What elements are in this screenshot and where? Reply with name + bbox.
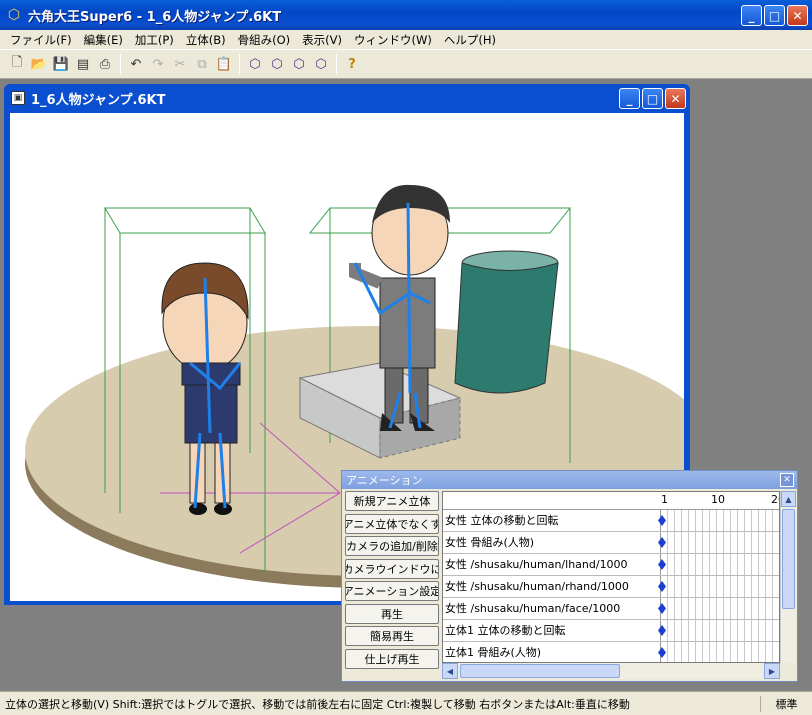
toolbar-separator — [120, 54, 121, 74]
document-title-bar[interactable]: ▣ 1_6人物ジャンプ.6KT — [7, 84, 687, 112]
add-remove-camera-button[interactable]: カメラの追加/削除 — [345, 536, 439, 556]
track-name: 女性 骨組み(人物) — [443, 532, 661, 553]
menu-view[interactable]: 表示(V) — [296, 32, 348, 48]
view-cube-front-icon[interactable]: ⬡ — [266, 53, 288, 75]
track-row[interactable]: 女性 /shusaku/human/lhand/1000 — [443, 554, 779, 576]
track-row[interactable]: 女性 骨組み(人物) — [443, 532, 779, 554]
frame-ruler: 1 10 20 — [443, 492, 779, 510]
toolbar-separator — [239, 54, 240, 74]
animation-panel: アニメーション ✕ 新規アニメ立体 アニメ立体でなくす カメラの追加/削除 カメ… — [341, 470, 798, 682]
track-row[interactable]: 立体1 立体の移動と回転 — [443, 620, 779, 642]
animation-settings-button[interactable]: アニメーション設定 — [345, 581, 439, 601]
save-icon[interactable]: 💾 — [50, 53, 72, 75]
doc-maximize-button[interactable]: □ — [642, 88, 663, 109]
doc-minimize-button[interactable]: _ — [619, 88, 640, 109]
document-icon: ▣ — [11, 91, 25, 105]
save-all-icon[interactable]: ▤ — [72, 53, 94, 75]
view-cube-side-icon[interactable]: ⬡ — [288, 53, 310, 75]
track-row[interactable]: 女性 /shusaku/human/rhand/1000 — [443, 576, 779, 598]
undo-icon[interactable]: ↶ — [125, 53, 147, 75]
camera-window-button[interactable]: カメラウインドウに — [345, 558, 439, 579]
track-name: 女性 /shusaku/human/lhand/1000 — [443, 554, 661, 575]
maximize-button[interactable]: □ — [764, 5, 785, 26]
animation-close-button[interactable]: ✕ — [780, 473, 794, 487]
ruler-label: 20 — [771, 493, 779, 506]
menu-bar: ファイル(F) 編集(E) 加工(P) 立体(B) 骨組み(O) 表示(V) ウ… — [0, 30, 812, 49]
horizontal-scrollbar[interactable]: ◀ ▶ — [442, 663, 780, 679]
paste-icon[interactable]: 📋 — [213, 53, 235, 75]
play-button[interactable]: 再生 — [345, 603, 439, 624]
redo-icon[interactable]: ↷ — [147, 53, 169, 75]
track-name: 女性 /shusaku/human/face/1000 — [443, 598, 661, 619]
new-file-icon[interactable]: 🗋 — [6, 53, 28, 75]
new-anim-solid-button[interactable]: 新規アニメ立体 — [345, 491, 439, 511]
application-window: ⬡ 六角大王Super6 - 1_6人物ジャンプ.6KT _ □ ✕ ファイル(… — [0, 0, 812, 715]
ruler-label: 10 — [711, 493, 725, 506]
track-row[interactable]: 女性 立体の移動と回転 — [443, 510, 779, 532]
track-name: 立体1 立体の移動と回転 — [443, 620, 661, 641]
scroll-right-icon[interactable]: ▶ — [764, 663, 780, 679]
animation-panel-title[interactable]: アニメーション — [342, 471, 797, 489]
menu-solid[interactable]: 立体(B) — [180, 32, 232, 48]
menu-process[interactable]: 加工(P) — [129, 32, 180, 48]
cut-icon[interactable]: ✂ — [169, 53, 191, 75]
ruler-label: 1 — [661, 493, 668, 506]
track-name: 立体1 骨組み(人物) — [443, 642, 661, 662]
track-name: 女性 立体の移動と回転 — [443, 510, 661, 531]
menu-edit[interactable]: 編集(E) — [78, 32, 129, 48]
print-icon[interactable]: ⎙ — [94, 53, 116, 75]
doc-close-button[interactable]: ✕ — [665, 88, 686, 109]
app-icon: ⬡ — [7, 7, 21, 23]
scroll-thumb[interactable] — [782, 509, 795, 609]
simple-play-button[interactable]: 簡易再生 — [345, 626, 439, 646]
remove-anim-solid-button[interactable]: アニメ立体でなくす — [345, 513, 439, 534]
final-play-button[interactable]: 仕上げ再生 — [345, 648, 439, 669]
scroll-up-icon[interactable]: ▲ — [781, 491, 796, 507]
scroll-thumb[interactable] — [460, 664, 620, 678]
open-folder-icon[interactable]: 📂 — [28, 53, 50, 75]
status-text: 立体の選択と移動(V) Shift:選択ではトグルで選択、移動では前後左右に固定… — [5, 697, 630, 711]
minimize-button[interactable]: _ — [741, 5, 762, 26]
barrel-body — [454, 262, 559, 394]
window-title: 六角大王Super6 - 1_6人物ジャンプ.6KT — [28, 9, 282, 25]
vertical-scrollbar[interactable]: ▲ — [780, 491, 796, 663]
close-button[interactable]: ✕ — [787, 5, 808, 26]
help-icon[interactable]: ? — [341, 53, 363, 75]
track-grid[interactable]: 1 10 20 女性 立体の移動と回転 女性 骨組み(人物) 女性 /shusa… — [442, 491, 780, 663]
menu-help[interactable]: ヘルプ(H) — [438, 32, 502, 48]
view-cube-top-icon[interactable]: ⬡ — [310, 53, 332, 75]
toolbar: 🗋 📂 💾 ▤ ⎙ ↶ ↷ ✂ ⧉ 📋 ⬡ ⬡ ⬡ ⬡ ? — [0, 49, 812, 79]
status-mode: 標準 — [760, 695, 812, 712]
track-row[interactable]: 立体1 骨組み(人物) — [443, 642, 779, 662]
document-title: 1_6人物ジャンプ.6KT — [31, 92, 166, 108]
scroll-left-icon[interactable]: ◀ — [442, 663, 458, 679]
toolbar-separator — [336, 54, 337, 74]
status-bar: 立体の選択と移動(V) Shift:選択ではトグルで選択、移動では前後左右に固定… — [0, 691, 812, 715]
menu-file[interactable]: ファイル(F) — [4, 32, 78, 48]
track-row[interactable]: 女性 /shusaku/human/face/1000 — [443, 598, 779, 620]
view-cube-icon[interactable]: ⬡ — [244, 53, 266, 75]
menu-window[interactable]: ウィンドウ(W) — [348, 32, 438, 48]
title-bar[interactable]: ⬡ 六角大王Super6 - 1_6人物ジャンプ.6KT _ □ ✕ — [0, 0, 812, 30]
menu-skeleton[interactable]: 骨組み(O) — [232, 32, 297, 48]
copy-icon[interactable]: ⧉ — [191, 53, 213, 75]
track-name: 女性 /shusaku/human/rhand/1000 — [443, 576, 661, 597]
